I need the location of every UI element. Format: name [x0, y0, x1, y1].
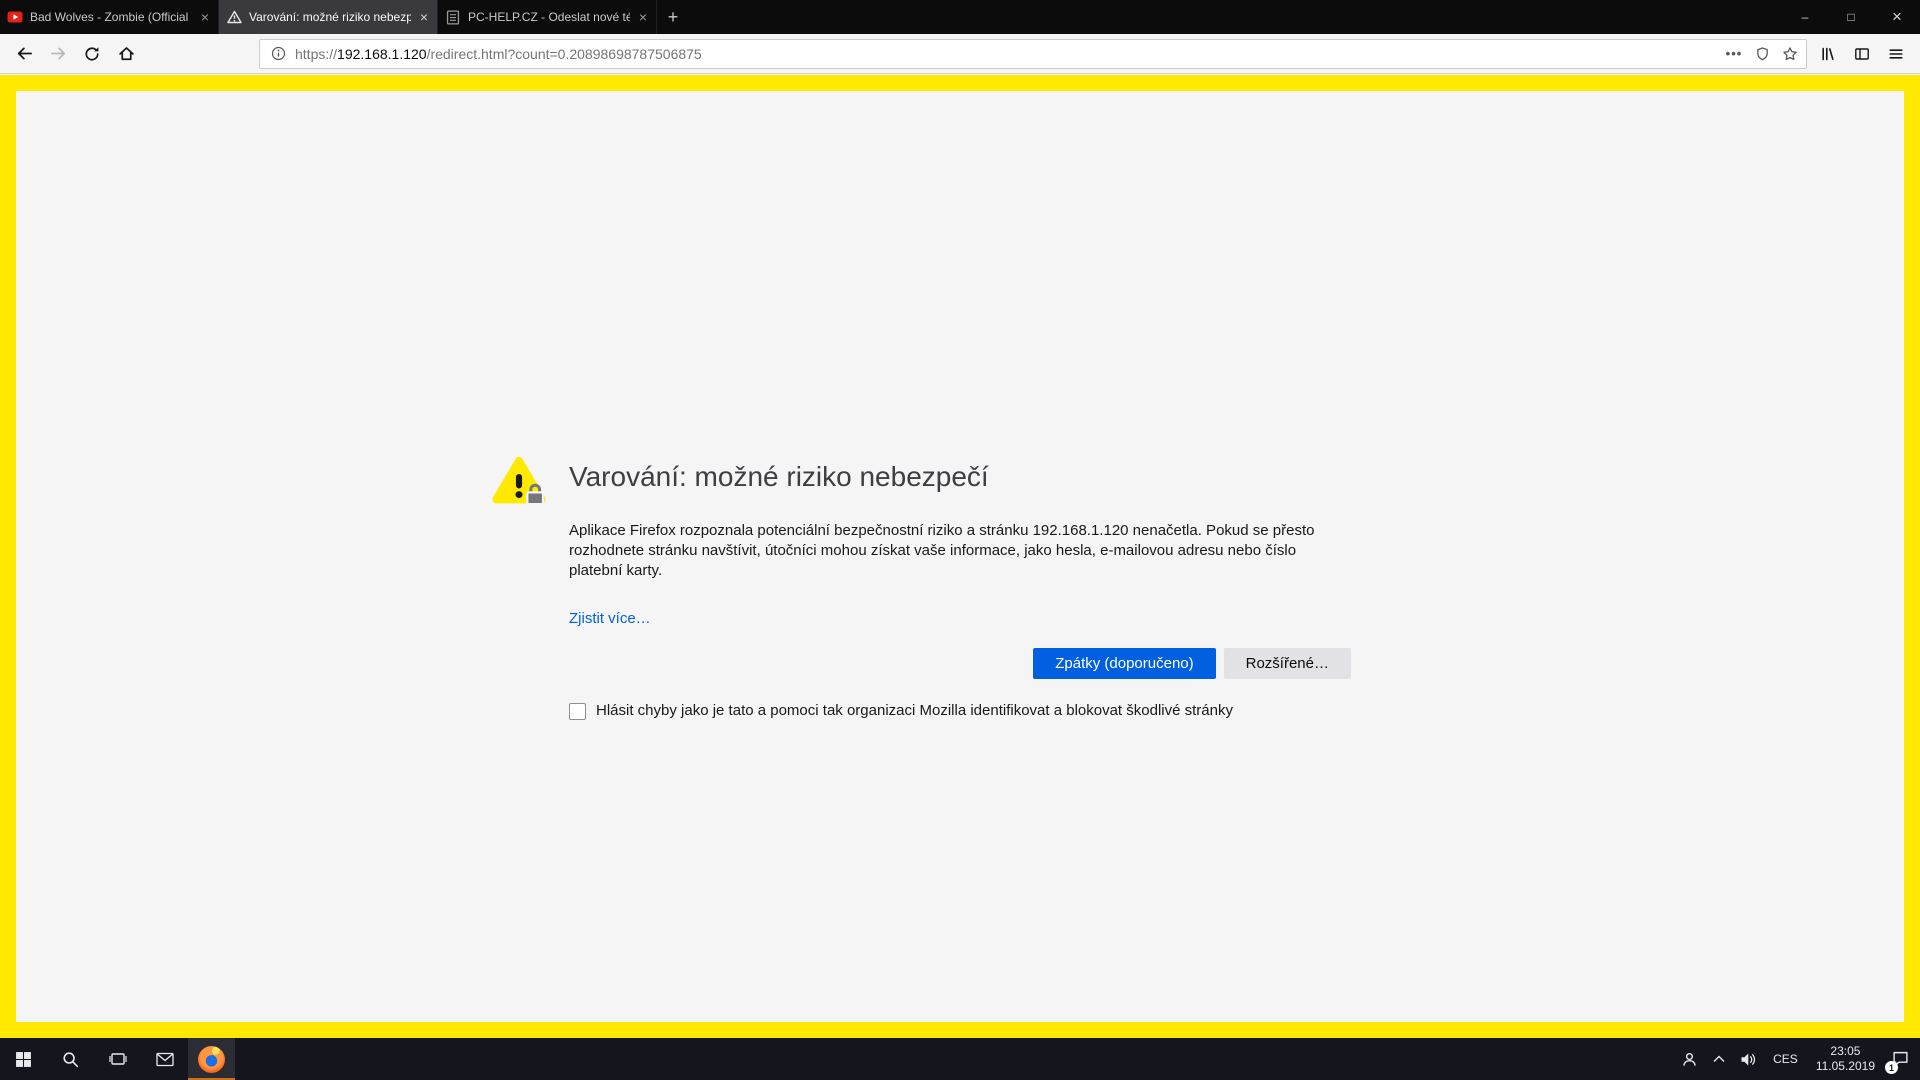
page-title: Varování: možné riziko nebezpečí [569, 461, 1351, 493]
learn-more-link[interactable]: Zjistit více… [569, 610, 651, 627]
tab-cert-warning[interactable]: Varování: možné riziko nebezpe × [219, 0, 438, 34]
button-row: Zpátky (doporučeno) Rozšířené… [569, 648, 1351, 679]
go-back-button[interactable]: Zpátky (doporučeno) [1033, 648, 1215, 679]
shield-icon[interactable] [1748, 41, 1776, 67]
system-tray: CES 23:05 11.05.2019 1 [1674, 1038, 1920, 1080]
sidebar-icon[interactable] [1845, 39, 1879, 69]
tab-youtube[interactable]: Bad Wolves - Zombie (Official V × [0, 0, 219, 34]
page-icon [445, 9, 461, 25]
tab-close-icon[interactable]: × [199, 9, 211, 25]
new-tab-button[interactable]: + [657, 0, 689, 34]
cert-error-page: Varování: možné riziko nebezpečí Aplikac… [16, 91, 1904, 1022]
tab-title: Bad Wolves - Zombie (Official V [30, 10, 192, 24]
tab-pchelp[interactable]: PC-HELP.CZ - Odeslat nové té × [438, 0, 657, 34]
clock[interactable]: 23:05 11.05.2019 [1807, 1038, 1884, 1080]
warning-yellow-border: Varování: možné riziko nebezpečí Aplikac… [0, 75, 1920, 1038]
url-host: 192.168.1.120 [337, 46, 427, 62]
url-text[interactable]: https://192.168.1.120/redirect.html?coun… [295, 46, 1720, 62]
task-view-icon[interactable] [94, 1038, 141, 1080]
reload-button[interactable] [75, 39, 109, 69]
error-description: Aplikace Firefox rozpoznala potenciální … [569, 521, 1351, 580]
titlebar-drag-space [689, 0, 1782, 34]
youtube-icon [7, 9, 23, 25]
action-center-icon[interactable]: 1 [1884, 1038, 1920, 1080]
search-icon[interactable] [47, 1038, 94, 1080]
library-icon[interactable] [1811, 39, 1845, 69]
show-hidden-icons-chevron[interactable] [1705, 1038, 1733, 1080]
report-error-row: Hlásit chyby jako je tato a pomoci tak o… [569, 702, 1351, 720]
info-icon[interactable] [270, 41, 286, 67]
url-protocol: https:// [295, 46, 337, 62]
url-path: /redirect.html?count=0.20898698787506875 [427, 46, 702, 62]
window-controls: – □ × [1782, 0, 1920, 34]
back-button[interactable] [7, 39, 41, 69]
menu-hamburger-icon[interactable] [1879, 39, 1913, 69]
mail-icon[interactable] [141, 1038, 188, 1080]
notification-badge: 1 [1885, 1061, 1898, 1074]
warning-triangle-icon [491, 453, 547, 509]
maximize-button[interactable]: □ [1828, 0, 1874, 34]
tab-title: Varování: možné riziko nebezpe [249, 10, 411, 24]
page-actions-icon[interactable]: ••• [1720, 41, 1748, 67]
tab-close-icon[interactable]: × [418, 9, 430, 25]
navigation-toolbar: https://192.168.1.120/redirect.html?coun… [0, 34, 1920, 74]
windows-taskbar: CES 23:05 11.05.2019 1 [0, 1038, 1920, 1080]
firefox-taskbar-button[interactable] [188, 1038, 235, 1080]
report-errors-label: Hlásit chyby jako je tato a pomoci tak o… [596, 702, 1233, 720]
warning-icon [226, 9, 242, 25]
advanced-button[interactable]: Rozšířené… [1224, 648, 1351, 679]
tab-close-icon[interactable]: × [637, 9, 649, 25]
people-icon[interactable] [1674, 1038, 1705, 1080]
volume-icon[interactable] [1733, 1038, 1764, 1080]
clock-time: 23:05 [1816, 1044, 1875, 1059]
report-errors-checkbox[interactable] [569, 703, 586, 720]
clock-date: 11.05.2019 [1816, 1059, 1875, 1074]
language-indicator[interactable]: CES [1764, 1038, 1807, 1080]
error-content: Varování: možné riziko nebezpečí Aplikac… [569, 461, 1351, 720]
minimize-button[interactable]: – [1782, 0, 1828, 34]
firefox-icon [198, 1046, 225, 1073]
forward-button[interactable] [41, 39, 75, 69]
tab-title: PC-HELP.CZ - Odeslat nové té [468, 10, 630, 24]
browser-titlebar: Bad Wolves - Zombie (Official V × Varová… [0, 0, 1920, 34]
bookmark-star-icon[interactable] [1776, 41, 1804, 67]
close-window-button[interactable]: × [1874, 0, 1920, 34]
address-bar[interactable]: https://192.168.1.120/redirect.html?coun… [259, 39, 1807, 69]
home-button[interactable] [109, 39, 143, 69]
start-button[interactable] [0, 1038, 47, 1080]
